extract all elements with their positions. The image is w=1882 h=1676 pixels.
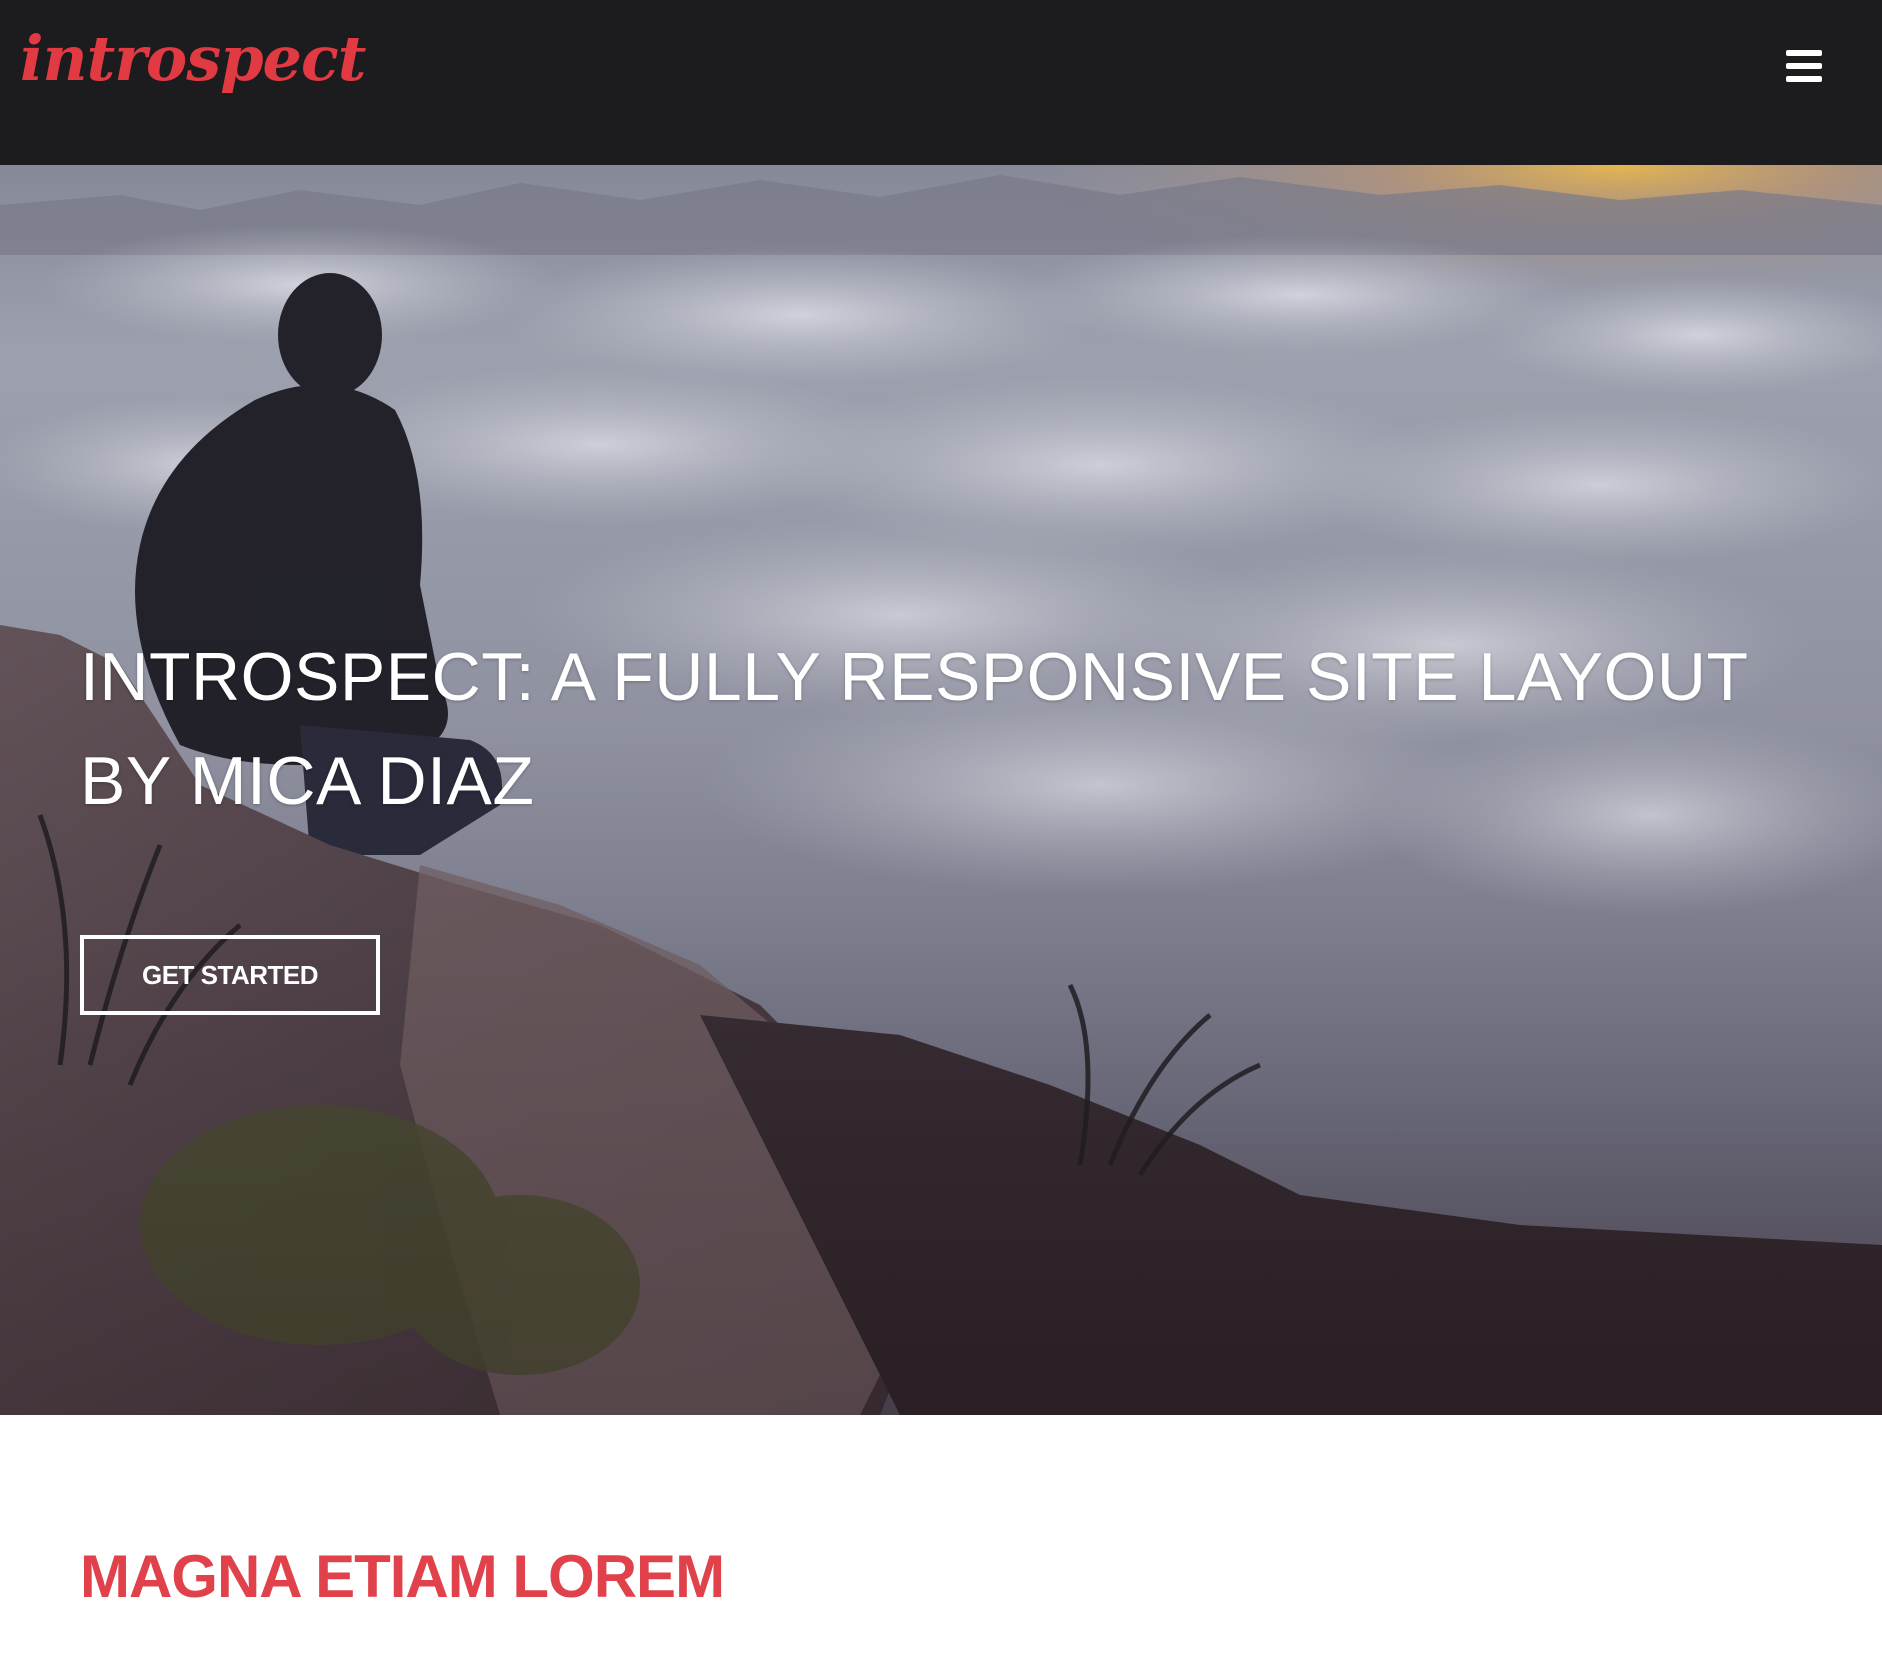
hero-title: INTROSPECT: A FULLY RESPONSIVE SITE LAYO… xyxy=(80,639,1748,819)
site-logo[interactable]: introspect xyxy=(20,28,366,90)
section-title: MAGNA ETIAM LOREM xyxy=(80,1543,725,1610)
menu-bar-bottom xyxy=(1786,76,1822,82)
site-header: introspect xyxy=(0,0,1882,165)
menu-bar-top xyxy=(1786,50,1822,56)
hamburger-menu-icon[interactable] xyxy=(1786,50,1822,82)
hero-banner: INTROSPECT: A FULLY RESPONSIVE SITE LAYO… xyxy=(0,165,1882,1415)
get-started-button[interactable]: GET STARTED xyxy=(80,935,380,1015)
menu-bar-middle xyxy=(1786,63,1822,69)
